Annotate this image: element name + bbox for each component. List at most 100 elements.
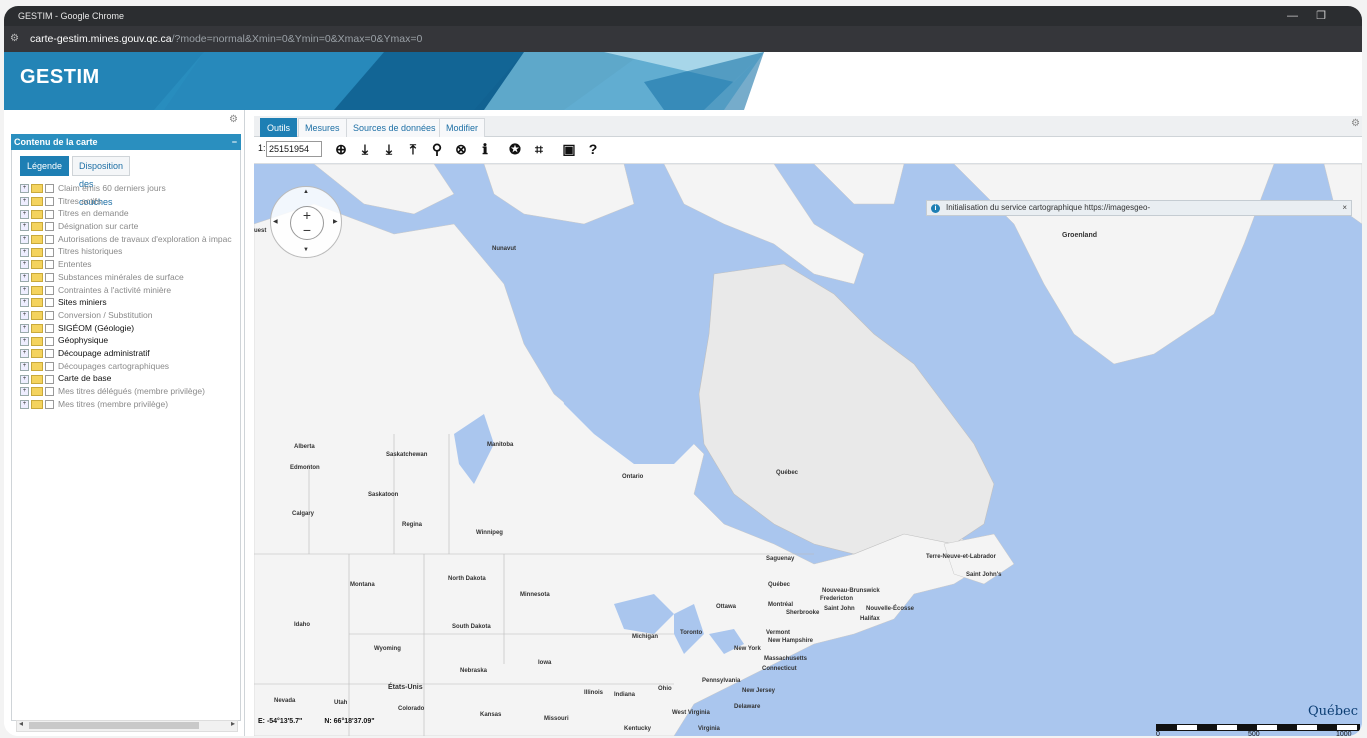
- download-icon[interactable]: ⤓: [356, 140, 374, 158]
- layer-checkbox[interactable]: [45, 374, 54, 384]
- upload-icon[interactable]: ⤒: [404, 140, 422, 158]
- expand-icon[interactable]: +: [20, 323, 29, 333]
- panel-settings-icon[interactable]: ⚙: [229, 114, 238, 125]
- expand-icon[interactable]: +: [20, 273, 29, 283]
- pan-east-icon[interactable]: ▶: [333, 218, 338, 225]
- minimize-icon[interactable]: —: [1287, 6, 1298, 26]
- scrollbar-thumb[interactable]: [29, 722, 199, 729]
- folder-icon: [31, 273, 43, 283]
- pan-west-icon[interactable]: ◀: [273, 218, 278, 225]
- info-icon[interactable]: ℹ: [476, 140, 494, 158]
- tab-legende[interactable]: Légende: [20, 156, 70, 176]
- horizontal-scrollbar[interactable]: ◂ ▸: [16, 719, 238, 732]
- navigation-control[interactable]: ▲ ▼ ◀ ▶ + −: [270, 186, 342, 258]
- collapse-button[interactable]: −: [229, 134, 237, 150]
- layer-item[interactable]: + Mes titres délégués (membre privilège): [20, 385, 240, 398]
- layer-item[interactable]: + Découpage administratif: [20, 347, 240, 360]
- expand-icon[interactable]: +: [20, 285, 29, 295]
- help-icon[interactable]: ?: [584, 140, 602, 158]
- expand-icon[interactable]: +: [20, 209, 29, 219]
- expand-icon[interactable]: +: [20, 311, 29, 321]
- layer-checkbox[interactable]: [45, 222, 54, 232]
- tab-disposition-couches[interactable]: Disposition des couches: [72, 156, 131, 207]
- expand-icon[interactable]: +: [20, 222, 29, 232]
- layer-item[interactable]: + SIGÉOM (Géologie): [20, 322, 240, 335]
- restore-icon[interactable]: ❐: [1316, 6, 1326, 26]
- expand-icon[interactable]: +: [20, 298, 29, 308]
- layer-item[interactable]: + Ententes: [20, 258, 240, 271]
- close-notification-button[interactable]: ×: [1342, 201, 1347, 215]
- expand-icon[interactable]: +: [20, 260, 29, 270]
- address-bar[interactable]: ⚙ carte-gestim.mines.gouv.qc.ca/?mode=no…: [4, 26, 1362, 52]
- zoom-extent-icon[interactable]: ⊕: [332, 140, 350, 158]
- layer-checkbox[interactable]: [45, 247, 54, 257]
- layer-checkbox[interactable]: [45, 273, 54, 283]
- map-settings-icon[interactable]: ⚙: [1351, 118, 1360, 129]
- coordinates-icon[interactable]: ⌗: [530, 140, 548, 158]
- app-logo[interactable]: GESTIM: [20, 66, 100, 89]
- map-label: Edmonton: [290, 465, 320, 471]
- pan-south-icon[interactable]: ▼: [303, 247, 309, 253]
- layer-item[interactable]: + Conversion / Substitution: [20, 309, 240, 322]
- zoom-out-button[interactable]: −: [291, 223, 323, 237]
- layer-item[interactable]: + Mes titres (membre privilège): [20, 398, 240, 411]
- scroll-left-icon[interactable]: ◂: [19, 719, 23, 728]
- expand-icon[interactable]: +: [20, 399, 29, 409]
- layer-label: Carte de base: [58, 373, 112, 384]
- layer-item[interactable]: + Contraintes à l'activité minière: [20, 284, 240, 297]
- zoom-search-icon[interactable]: ⊗: [452, 140, 470, 158]
- layer-item[interactable]: + Substances minérales de surface: [20, 271, 240, 284]
- zoom-in-button[interactable]: +: [291, 208, 323, 222]
- tab-outils[interactable]: Outils: [260, 118, 298, 138]
- layer-checkbox[interactable]: [45, 336, 54, 346]
- map-label: Vermont: [766, 630, 791, 636]
- site-settings-icon[interactable]: ⚙: [10, 26, 19, 52]
- expand-icon[interactable]: +: [20, 336, 29, 346]
- layer-checkbox[interactable]: [45, 323, 54, 333]
- layer-checkbox[interactable]: [45, 235, 54, 244]
- expand-icon[interactable]: +: [20, 387, 29, 397]
- expand-icon[interactable]: +: [20, 247, 29, 257]
- map-canvas[interactable]: ▲ ▼ ◀ ▶ + − i Initialisation du service c…: [254, 164, 1362, 736]
- layer-checkbox[interactable]: [45, 209, 54, 219]
- search-icon[interactable]: ⚲: [428, 140, 446, 158]
- expand-icon[interactable]: +: [20, 361, 29, 371]
- layer-item[interactable]: + Sites miniers: [20, 296, 240, 309]
- layer-checkbox[interactable]: [45, 361, 54, 371]
- layer-item[interactable]: + Désignation sur carte: [20, 220, 240, 233]
- layers-add-icon[interactable]: ✪: [506, 140, 524, 158]
- layer-item[interactable]: + Titres actifs: [20, 195, 240, 208]
- layer-checkbox[interactable]: [45, 184, 54, 194]
- tab-mesures[interactable]: Mesures: [298, 118, 347, 138]
- tab-sources-donnees[interactable]: Sources de données: [346, 118, 443, 138]
- url-text[interactable]: carte-gestim.mines.gouv.qc.ca/?mode=norm…: [30, 26, 422, 52]
- layer-item[interactable]: + Géophysique: [20, 334, 240, 347]
- scroll-right-icon[interactable]: ▸: [231, 719, 235, 728]
- pan-north-icon[interactable]: ▲: [303, 189, 309, 195]
- expand-icon[interactable]: +: [20, 374, 29, 384]
- tab-modifier[interactable]: Modifier: [439, 118, 486, 138]
- expand-icon[interactable]: +: [20, 349, 29, 359]
- scale-input[interactable]: 25151954: [266, 141, 322, 157]
- layer-item[interactable]: + Découpages cartographiques: [20, 360, 240, 373]
- layer-checkbox[interactable]: [45, 298, 54, 308]
- layer-item[interactable]: + Claim émis 60 derniers jours: [20, 182, 240, 195]
- layer-item[interactable]: + Titres historiques: [20, 245, 240, 258]
- expand-icon[interactable]: +: [20, 235, 29, 244]
- download-alt-icon[interactable]: ⤓: [380, 140, 398, 158]
- layer-checkbox[interactable]: [45, 311, 54, 321]
- layer-item[interactable]: + Autorisations de travaux d'exploration …: [20, 233, 240, 246]
- layer-checkbox[interactable]: [45, 387, 54, 397]
- expand-icon[interactable]: +: [20, 196, 29, 206]
- layer-checkbox[interactable]: [45, 196, 54, 206]
- layer-checkbox[interactable]: [45, 285, 54, 295]
- layer-checkbox[interactable]: [45, 349, 54, 359]
- pdf-icon[interactable]: ▣: [560, 140, 578, 158]
- expand-icon[interactable]: +: [20, 184, 29, 194]
- folder-icon: [31, 260, 43, 270]
- map-label: Missouri: [544, 716, 569, 722]
- layer-item[interactable]: + Titres en demande: [20, 207, 240, 220]
- layer-checkbox[interactable]: [45, 399, 54, 409]
- layer-checkbox[interactable]: [45, 260, 54, 270]
- layer-item[interactable]: + Carte de base: [20, 372, 240, 385]
